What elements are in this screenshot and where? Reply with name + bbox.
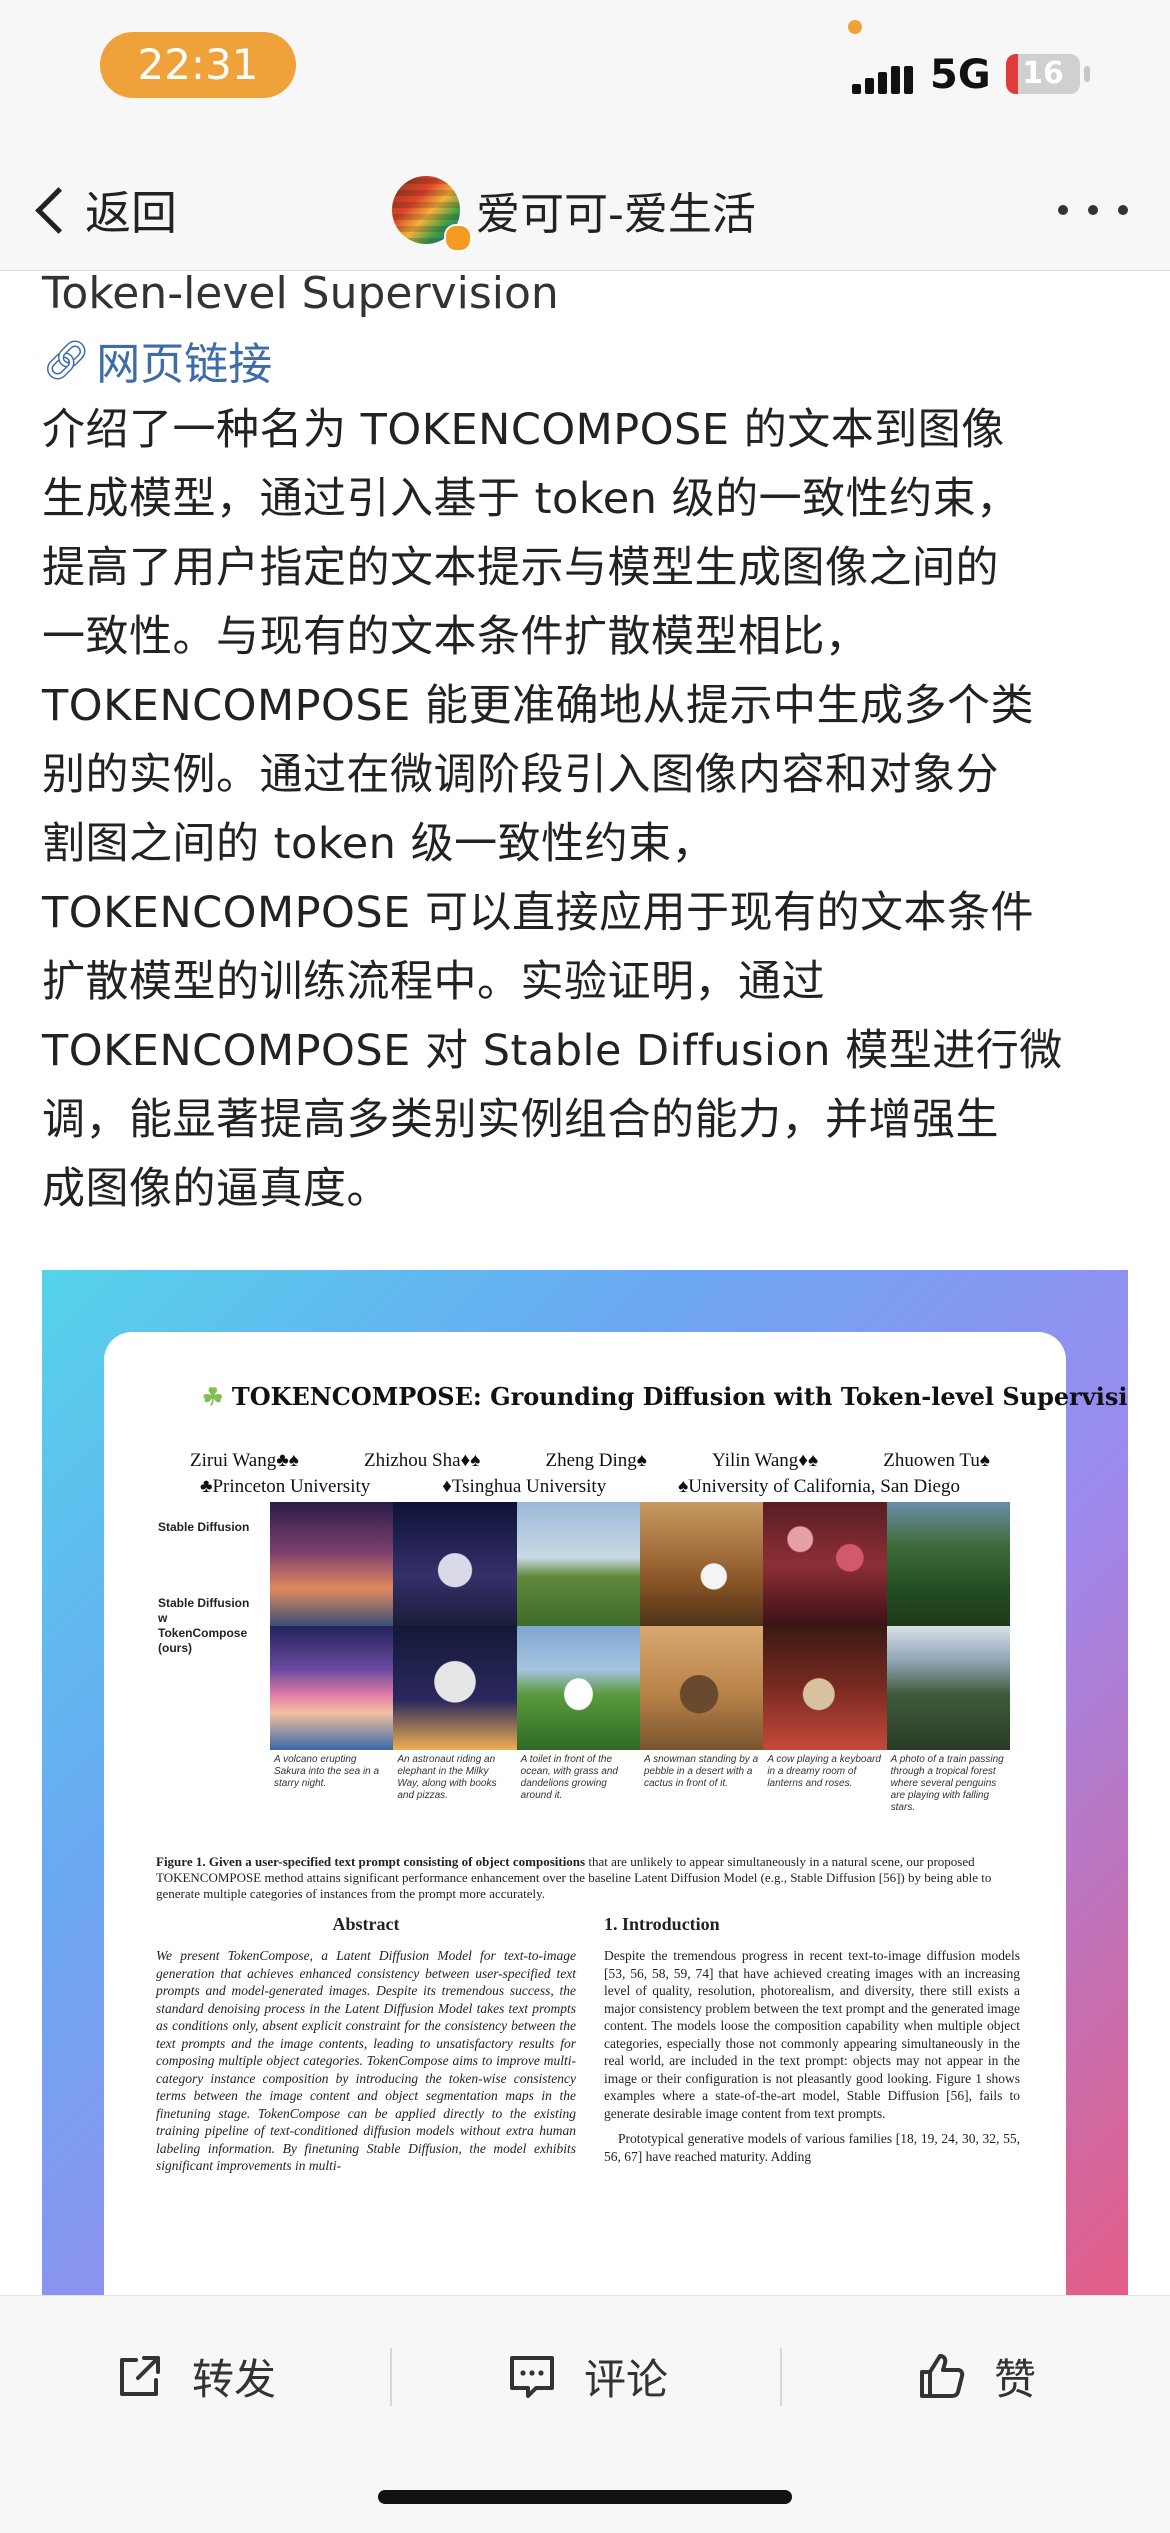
figure-image-grid bbox=[270, 1502, 1010, 1750]
figure-prompt: A volcano erupting Sakura into the sea i… bbox=[274, 1754, 380, 1789]
battery-tip bbox=[1084, 66, 1090, 82]
verified-badge-icon bbox=[444, 224, 472, 252]
figure-caption-bold: Figure 1. Given a user-specified text pr… bbox=[156, 1854, 586, 1869]
figure-prompt: A photo of a train passing through a tro… bbox=[890, 1754, 1004, 1813]
figure-thumbnail bbox=[763, 1502, 887, 1626]
comment-icon bbox=[510, 2356, 554, 2398]
author: Zhuowen Tu♠ bbox=[883, 1450, 990, 1471]
battery-level: 16 bbox=[1022, 56, 1064, 91]
post-body-line: 别的实例。通过在微调阶段引入图像内容和对象分 bbox=[42, 750, 999, 800]
like-label: 赞 bbox=[994, 2354, 1037, 2404]
thumbs-up-icon bbox=[920, 2354, 965, 2398]
like-button[interactable]: 赞 bbox=[916, 2336, 1036, 2416]
figure-thumbnail bbox=[270, 1626, 394, 1750]
affiliation: ♦Tsinghua University bbox=[442, 1476, 607, 1497]
introduction-heading: 1. Introduction bbox=[604, 1914, 720, 1934]
introduction-paragraph: Despite the tremendous progress in recen… bbox=[604, 1948, 1020, 2121]
comment-label: 评论 bbox=[584, 2354, 669, 2404]
paper-authors: Zirui Wang♣♠ Zhizhou Sha♦♠ Zheng Ding♠ Y… bbox=[190, 1450, 990, 1472]
post-body-line: 一致性。与现有的文本条件扩散模型相比， bbox=[42, 612, 869, 662]
figure-thumbnail bbox=[640, 1626, 764, 1750]
paper-affiliations: ♣Princeton University ♦Tsinghua Universi… bbox=[200, 1476, 960, 1498]
figure-thumbnail bbox=[516, 1502, 640, 1626]
introduction-section: 1. Introduction Despite the tremendous p… bbox=[604, 1914, 1020, 2173]
post-body-line: 介绍了一种名为 TOKENCOMPOSE 的文本到图像 bbox=[42, 405, 1005, 455]
affiliation: ♣Princeton University bbox=[200, 1476, 371, 1497]
network-type: 5G bbox=[930, 52, 991, 98]
post-subtitle: Token-level Supervision bbox=[42, 268, 559, 319]
figure-prompts: A volcano erupting Sakura into the sea i… bbox=[270, 1754, 1010, 1814]
clover-icon: ☘︎ bbox=[202, 1382, 224, 1411]
introduction-paragraph: Prototypical generative models of variou… bbox=[604, 2131, 1020, 2164]
figure-row-label: Stable Diffusion w TokenCompose (ours) bbox=[158, 1596, 250, 1655]
affiliation: ♠University of California, San Diego bbox=[678, 1476, 960, 1497]
figure-thumbnail bbox=[640, 1502, 764, 1626]
paper-title-text: TOKENCOMPOSE: Grounding Diffusion with T… bbox=[231, 1382, 1128, 1411]
status-time: 22:31 bbox=[100, 32, 296, 98]
paper-title: ☘︎ TOKENCOMPOSE: Grounding Diffusion wit… bbox=[202, 1382, 1128, 1411]
post-body-line: 调，能显著提高多类别实例组合的能力，并增强生 bbox=[42, 1095, 999, 1145]
status-bar: 22:31 5G 16 bbox=[0, 0, 1170, 150]
post-body: 介绍了一种名为 TOKENCOMPOSE 的文本到图像 生成模型，通过引入基于 … bbox=[42, 396, 1132, 1224]
author: Zhizhou Sha♦♠ bbox=[363, 1450, 481, 1471]
web-link[interactable]: 🔗︎ 网页链接 bbox=[42, 330, 1132, 391]
figure-thumbnail bbox=[516, 1626, 640, 1750]
back-button[interactable]: 返回 bbox=[34, 178, 177, 242]
post-body-line: 提高了用户指定的文本提示与模型生成图像之间的 bbox=[42, 543, 999, 593]
figure-thumbnail bbox=[886, 1626, 1010, 1750]
post-body-line: 割图之间的 token 级一致性约束， bbox=[42, 819, 716, 869]
post-body-line: TOKENCOMPOSE 可以直接应用于现有的文本条件 bbox=[42, 888, 1035, 938]
more-icon[interactable] bbox=[1058, 198, 1128, 222]
figure-prompt: A toilet in front of the ocean, with gra… bbox=[520, 1754, 618, 1801]
figure-row-label: Stable Diffusion bbox=[158, 1520, 250, 1534]
figure-thumbnail bbox=[886, 1502, 1010, 1626]
figure-prompt: A cow playing a keyboard in a dreamy roo… bbox=[767, 1754, 881, 1789]
post-body-line: 成图像的逼真度。 bbox=[42, 1164, 390, 1214]
figure-prompt: An astronaut riding an elephant in the M… bbox=[397, 1754, 497, 1801]
back-label: 返回 bbox=[85, 186, 177, 240]
post-body-line: 扩散模型的训练流程中。实验证明，通过 bbox=[42, 957, 825, 1007]
figure-thumbnail bbox=[763, 1626, 887, 1750]
author: Yilin Wang♦♠ bbox=[712, 1450, 819, 1471]
author: Zheng Ding♠ bbox=[545, 1450, 647, 1471]
account-header[interactable]: 爱可可-爱生活 bbox=[392, 172, 756, 252]
comment-button[interactable]: 评论 bbox=[506, 2336, 668, 2416]
abstract-heading: Abstract bbox=[332, 1914, 400, 1934]
nav-bar: 返回 爱可可-爱生活 bbox=[0, 150, 1170, 271]
home-indicator[interactable] bbox=[378, 2490, 792, 2504]
post-body-line: TOKENCOMPOSE 能更准确地从提示中生成多个类 bbox=[42, 681, 1035, 731]
post-body-line: TOKENCOMPOSE 对 Stable Diffusion 模型进行微 bbox=[42, 1026, 1063, 1076]
figure-thumbnail bbox=[393, 1626, 517, 1750]
cellular-signal-icon bbox=[852, 60, 914, 94]
post-image[interactable]: ☘︎ TOKENCOMPOSE: Grounding Diffusion wit… bbox=[42, 1270, 1128, 2295]
abstract-section: Abstract We present TokenCompose, a Late… bbox=[156, 1914, 576, 2183]
author: Zirui Wang♣♠ bbox=[190, 1450, 299, 1471]
toolbar-divider bbox=[390, 2348, 392, 2406]
paper-page: ☘︎ TOKENCOMPOSE: Grounding Diffusion wit… bbox=[104, 1332, 1128, 2295]
figure-prompt: A snowman standing by a pebble in a dese… bbox=[644, 1754, 759, 1789]
toolbar-divider bbox=[780, 2348, 782, 2406]
figure-thumbnail bbox=[270, 1502, 394, 1626]
share-button[interactable]: 转发 bbox=[114, 2336, 276, 2416]
post-content: Token-level Supervision 🔗︎ 网页链接 介绍了一种名为 … bbox=[42, 270, 1132, 1224]
share-label: 转发 bbox=[192, 2354, 277, 2404]
figure-thumbnail bbox=[393, 1502, 517, 1626]
figure-caption: Figure 1. Given a user-specified text pr… bbox=[156, 1854, 1018, 1902]
privacy-indicator-dot bbox=[848, 20, 862, 34]
chevron-left-icon bbox=[35, 186, 82, 234]
abstract-text: We present TokenCompose, a Latent Diffus… bbox=[156, 1948, 576, 2173]
link-icon: 🔗︎ bbox=[42, 337, 91, 382]
post-body-line: 生成模型，通过引入基于 token 级的一致性约束， bbox=[42, 474, 1020, 524]
nav-title: 爱可可-爱生活 bbox=[476, 189, 756, 240]
web-link-label: 网页链接 bbox=[96, 339, 273, 390]
battery-icon: 16 bbox=[1006, 54, 1080, 94]
share-icon bbox=[120, 2356, 160, 2396]
